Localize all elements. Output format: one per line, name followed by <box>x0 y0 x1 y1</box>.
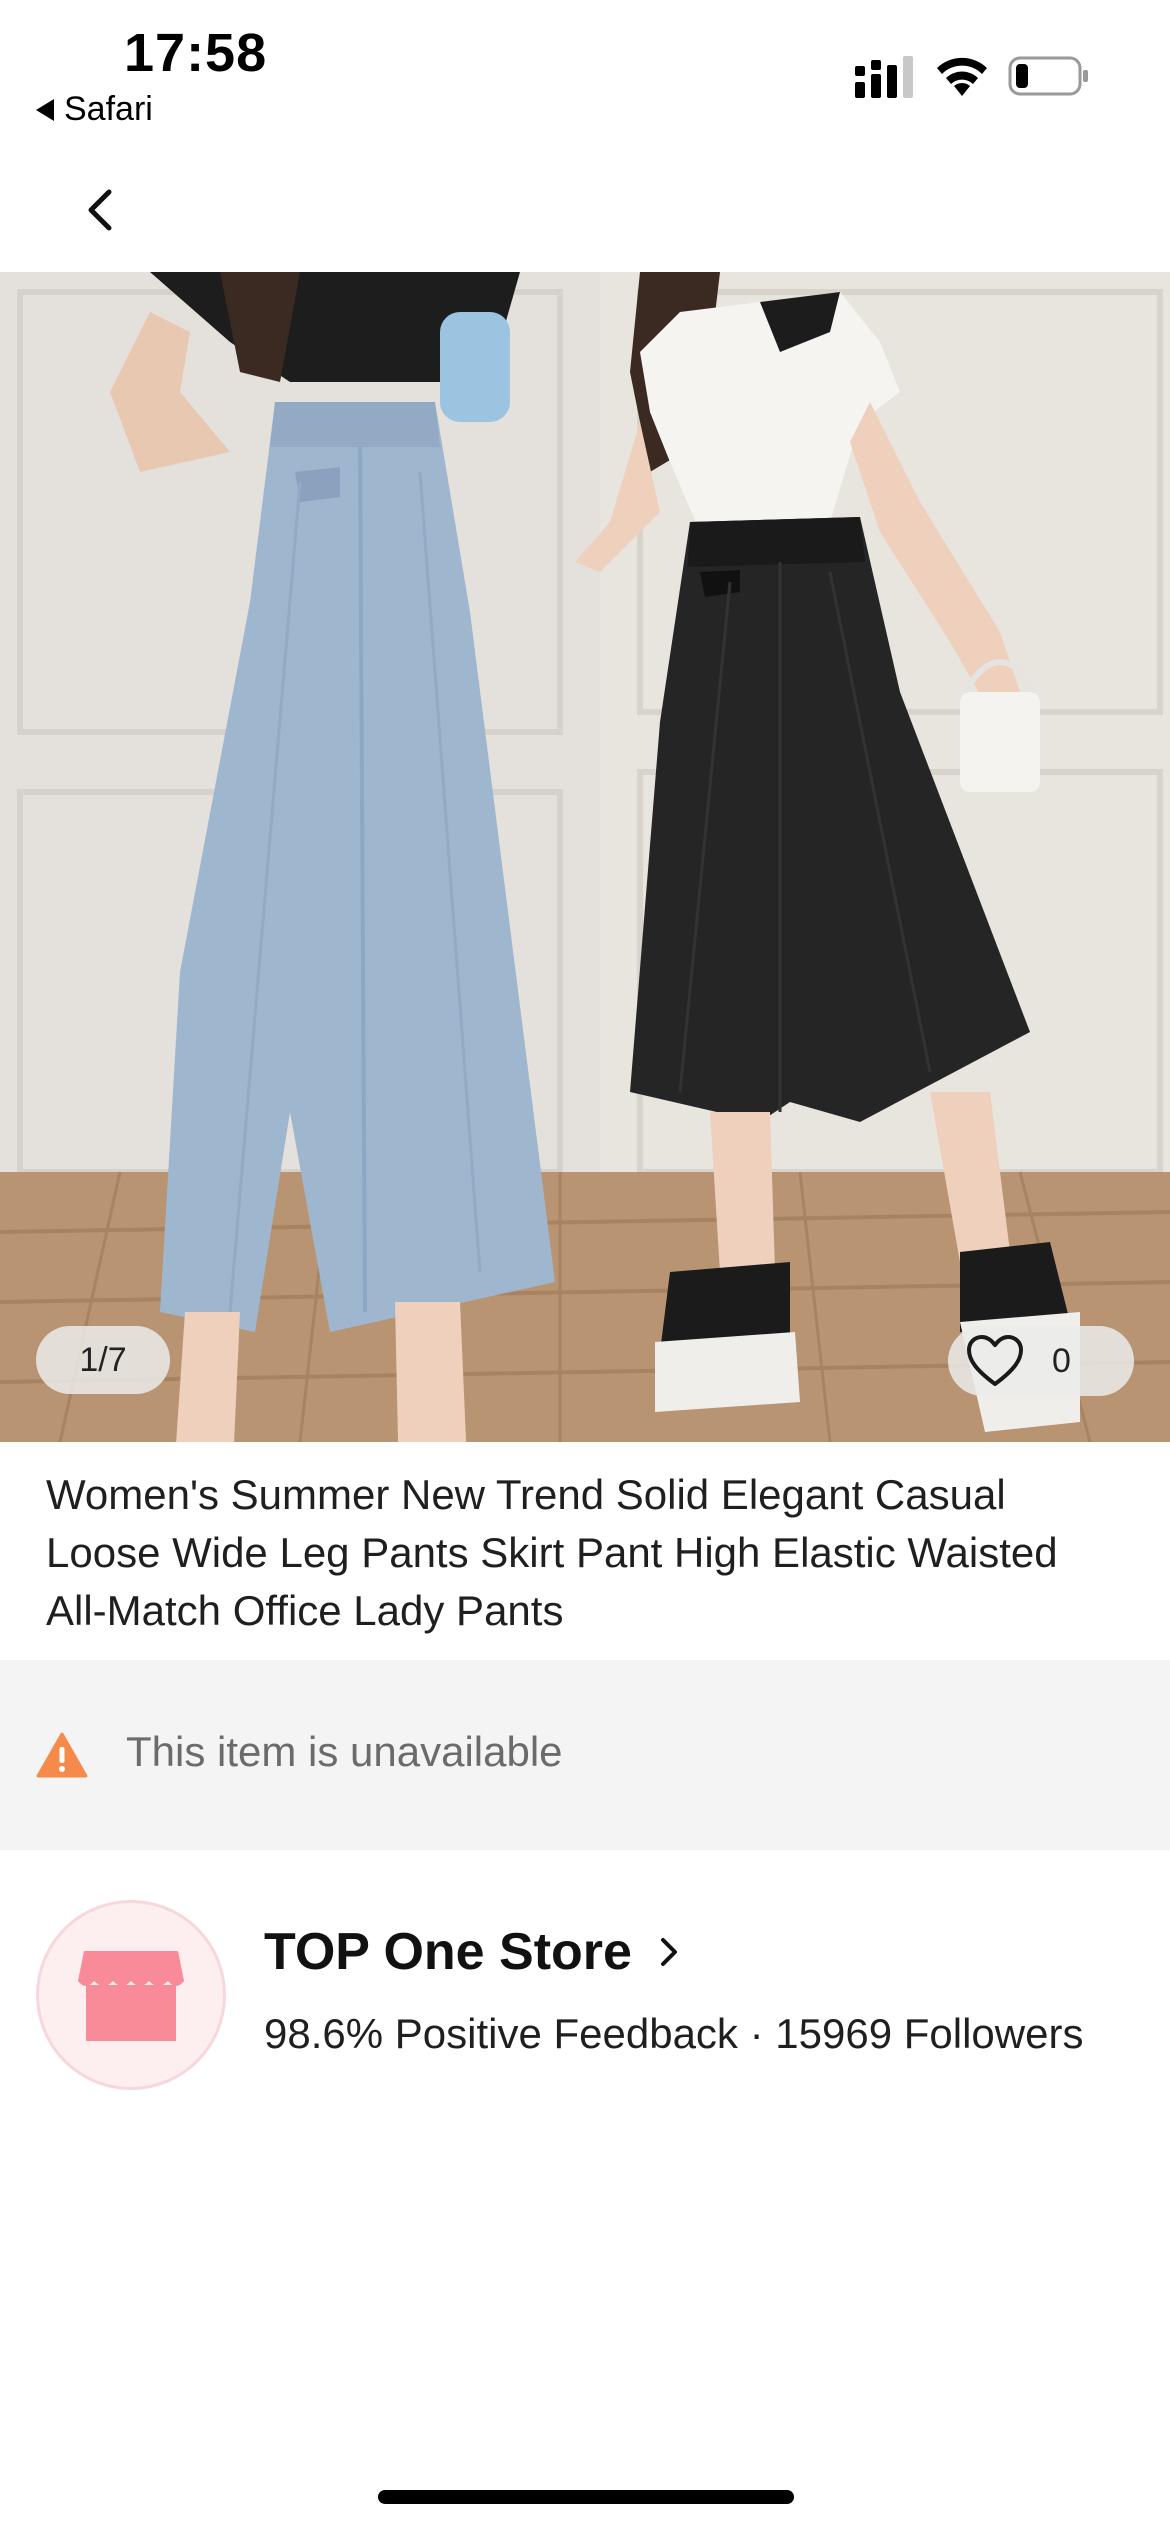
status-bar: 17:58 Safari <box>0 0 1170 150</box>
image-counter: 1/7 <box>36 1326 170 1394</box>
back-to-safari-link[interactable]: Safari <box>36 90 153 129</box>
home-indicator[interactable] <box>378 2490 794 2504</box>
store-stats-separator: · <box>749 2010 764 2057</box>
wishlist-button[interactable]: 0 <box>948 1326 1134 1396</box>
store-name: TOP One Store <box>264 1923 632 1981</box>
wifi-icon <box>937 57 987 96</box>
chevron-left-icon <box>88 189 112 231</box>
store-stats: 98.6% Positive Feedback · 15969 Follower… <box>264 2010 1083 2058</box>
unavailable-notice: This item is unavailable <box>0 1660 1170 1850</box>
store-card[interactable]: TOP One Store 98.6% Positive Feedback · … <box>0 1850 1170 2100</box>
battery-icon <box>1008 56 1088 96</box>
back-triangle-icon <box>36 98 54 121</box>
wishlist-count: 0 <box>1052 1341 1071 1380</box>
storefront-icon <box>78 1951 184 2041</box>
navigation-bar <box>0 150 1170 272</box>
status-time: 17:58 <box>124 23 268 83</box>
chevron-right-icon <box>660 1938 677 1966</box>
heart-icon <box>967 1335 1023 1386</box>
store-followers: 15969 Followers <box>775 2010 1084 2057</box>
store-name-link[interactable]: TOP One Store <box>264 1922 680 1982</box>
product-photo <box>0 272 1170 1442</box>
store-feedback: 98.6% Positive Feedback <box>264 2010 738 2057</box>
unavailable-text: This item is unavailable <box>126 1728 563 1775</box>
warning-icon <box>36 1732 88 1778</box>
product-image-carousel[interactable]: 1/7 0 <box>0 272 1170 1442</box>
product-detail-page: 17:58 Safari 1/7 0 Women's Summer New Tr… <box>0 0 1170 2532</box>
store-avatar <box>36 1900 226 2090</box>
back-app-label: Safari <box>64 90 153 128</box>
product-title: Women's Summer New Trend Solid Elegant C… <box>46 1471 1058 1634</box>
back-button[interactable] <box>74 180 126 240</box>
cellular-signal-icon <box>855 56 913 98</box>
